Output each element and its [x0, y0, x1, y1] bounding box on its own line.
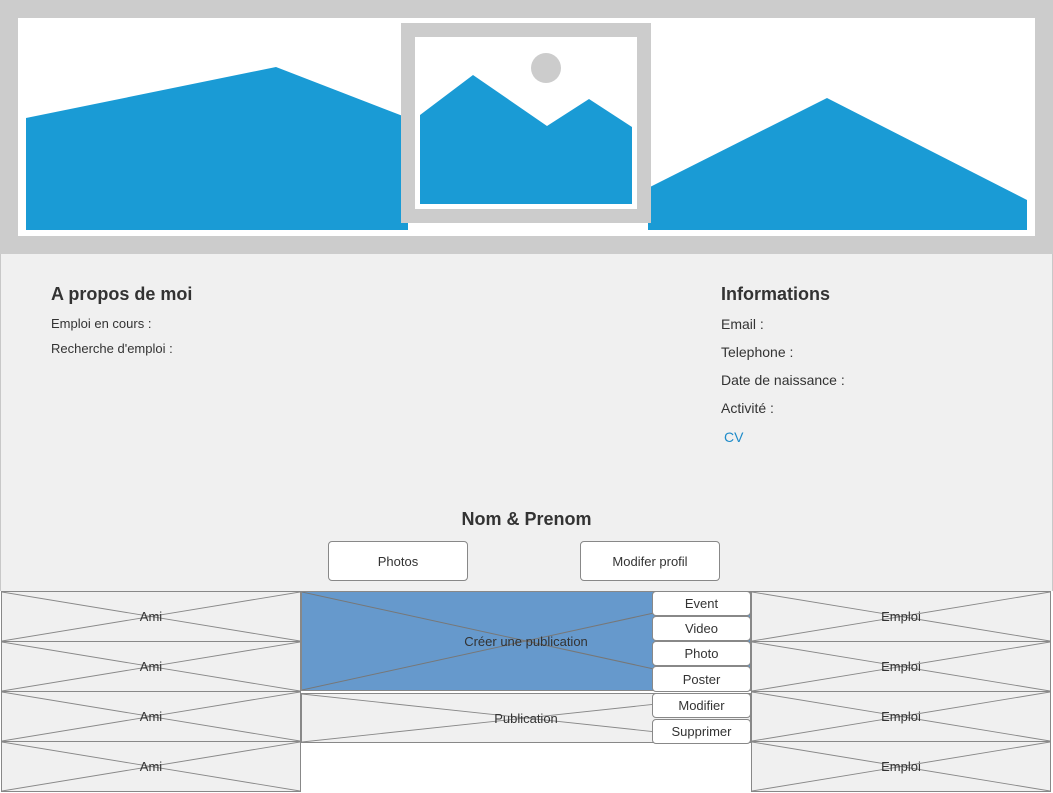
cv-link[interactable]: CV [724, 429, 743, 445]
job-item[interactable]: Emploi [751, 591, 1051, 642]
phone-label: Telephone : [721, 344, 794, 360]
publication-label: Publication [494, 710, 558, 726]
friend-label: Ami [139, 659, 163, 674]
photos-button[interactable]: Photos [328, 541, 468, 581]
video-button[interactable]: Video [652, 616, 751, 641]
friend-label: Ami [139, 609, 163, 624]
avatar-image-icon [420, 53, 632, 204]
job-label: Emploi [881, 759, 921, 774]
avatar[interactable] [415, 37, 637, 209]
edit-profile-button[interactable]: Modifer profil [580, 541, 720, 581]
poster-button[interactable]: Poster [652, 666, 751, 692]
job-item[interactable]: Emploi [751, 691, 1051, 742]
friend-item[interactable]: Ami [1, 741, 301, 792]
friend-item[interactable]: Ami [1, 591, 301, 642]
about-title: A propos de moi [51, 284, 193, 304]
job-label: Emploi [881, 609, 921, 624]
current-job-label: Emploi en cours : [51, 316, 152, 331]
create-publication-label: Créer une publication [464, 633, 588, 649]
email-label: Email : [721, 316, 764, 332]
activity-label: Activité : [721, 400, 774, 416]
profile-name: Nom & Prenom [461, 509, 592, 529]
job-item[interactable]: Emploi [751, 641, 1051, 692]
edit-publication-button[interactable]: Modifier [652, 693, 751, 718]
photo-button[interactable]: Photo [652, 641, 751, 666]
job-label: Emploi [881, 659, 921, 674]
friend-label: Ami [139, 709, 163, 724]
job-search-label: Recherche d'emploi : [51, 341, 173, 356]
informations-title: Informations [721, 284, 831, 304]
friend-label: Ami [139, 759, 163, 774]
friend-item[interactable]: Ami [1, 691, 301, 742]
friend-item[interactable]: Ami [1, 641, 301, 692]
delete-publication-button[interactable]: Supprimer [652, 719, 751, 744]
event-button[interactable]: Event [652, 591, 751, 616]
birthdate-label: Date de naissance : [721, 372, 845, 388]
job-label: Emploi [881, 709, 921, 724]
job-item[interactable]: Emploi [751, 741, 1051, 792]
